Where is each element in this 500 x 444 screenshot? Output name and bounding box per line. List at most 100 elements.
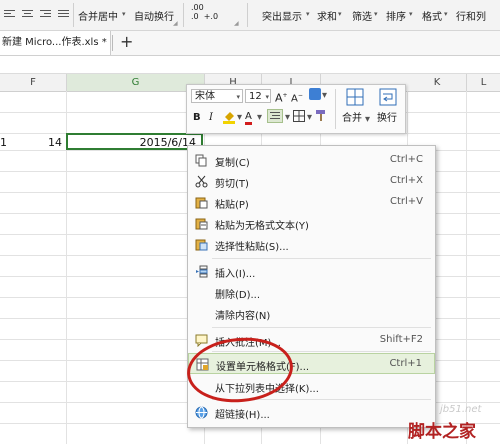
wrap-text-button[interactable]: 自动换行: [134, 8, 174, 23]
font-size-select[interactable]: 12 ▾: [245, 89, 271, 103]
scissors-icon: [195, 175, 208, 188]
menu-item-label: 插入(I)...: [215, 269, 256, 280]
highlight-button[interactable]: 突出显示: [262, 8, 302, 23]
selected-cell[interactable]: 2015/6/14: [66, 133, 203, 150]
format-button[interactable]: 格式: [422, 8, 442, 23]
menu-item-shortcut: Ctrl+X: [389, 175, 423, 186]
sort-button[interactable]: 排序: [386, 8, 406, 23]
menu-item-paste-plain[interactable]: 粘贴为无格式文本(Y): [188, 213, 435, 234]
grow-font-icon[interactable]: A+: [275, 89, 288, 106]
ribbon-toolbar: 合并居中 ▾ 自动换行 ◢ .00 .0 +.0 ◢ 突出显示 ▾ 求和 ▾ 筛…: [0, 0, 500, 31]
font-size-value: 12: [249, 91, 262, 102]
menu-item-label: 清除内容(N): [215, 311, 271, 322]
chevron-down-icon[interactable]: ▾: [307, 111, 312, 125]
menu-item-label: 选择性粘贴(S)...: [215, 242, 289, 253]
menu-item-label: 复制(C): [215, 158, 250, 169]
cell-partial-value[interactable]: 1: [0, 136, 7, 149]
fill-color-icon[interactable]: [223, 110, 235, 124]
grid-line: [466, 91, 467, 444]
wrap-icon[interactable]: [379, 88, 397, 106]
align-right-icon[interactable]: [40, 8, 51, 19]
menu-item-label: 粘贴为无格式文本(Y): [215, 221, 309, 232]
column-header-k[interactable]: K: [408, 74, 467, 91]
merge-dropdown-icon[interactable]: ▾: [122, 10, 126, 18]
chevron-down-icon[interactable]: ▾: [257, 111, 262, 125]
merge-center-button[interactable]: 合并居中: [78, 8, 118, 23]
filter-dropdown-icon[interactable]: ▾: [374, 10, 378, 18]
paste-text-icon: [195, 217, 208, 230]
menu-item-paste[interactable]: 粘贴(P) Ctrl+V: [188, 192, 435, 213]
merge-icon[interactable]: [346, 88, 364, 106]
document-tab[interactable]: 新建 Micro...作表.xls *: [0, 31, 111, 55]
sum-dropdown-icon[interactable]: ▾: [338, 10, 342, 18]
menu-item-label: 剪切(T): [215, 179, 249, 190]
new-tab-button[interactable]: +: [120, 33, 133, 51]
comment-icon: [195, 334, 208, 348]
sort-dropdown-icon[interactable]: ▾: [409, 10, 413, 18]
wrap-button[interactable]: 换行: [377, 112, 397, 126]
menu-item-shortcut: Ctrl+C: [389, 154, 423, 165]
menu-item-hyperlink[interactable]: 超链接(H)...: [188, 402, 435, 423]
tab-divider: [112, 35, 113, 51]
sum-button[interactable]: 求和: [317, 8, 337, 23]
cell-f-value[interactable]: 14: [48, 136, 62, 149]
mini-format-toolbar: 宋体 ▾ 12 ▾ A+ A− ▾ B I ▾ A ▾ ▾ ▾ 合并 ▾ 换行: [186, 84, 406, 134]
chevron-down-icon[interactable]: ▾: [285, 111, 290, 125]
format-painter-icon[interactable]: [315, 109, 328, 122]
filter-button[interactable]: 筛选: [352, 8, 372, 23]
justify-icon[interactable]: [58, 8, 69, 19]
menu-item-paste-special[interactable]: 选择性粘贴(S)...: [188, 234, 435, 255]
watermark-logo: 脚本之家: [408, 422, 476, 442]
align-center-icon[interactable]: [267, 109, 283, 123]
copy-icon: [195, 154, 208, 167]
dialog-launcher-icon[interactable]: ◢: [173, 20, 178, 27]
italic-button[interactable]: I: [209, 111, 213, 125]
chevron-down-icon[interactable]: ▾: [237, 111, 242, 125]
menu-item-shortcut: Shift+F2: [379, 334, 423, 345]
chevron-down-icon[interactable]: ▾: [365, 113, 370, 127]
shrink-font-icon[interactable]: A−: [291, 89, 303, 106]
font-name-value: 宋体: [195, 91, 215, 102]
watermark-site: jb51.net: [440, 404, 482, 415]
highlight-dropdown-icon[interactable]: ▾: [306, 10, 310, 18]
document-tab-bar: 新建 Micro...作表.xls * +: [0, 31, 500, 56]
menu-item-cut[interactable]: 剪切(T) Ctrl+X: [188, 171, 435, 192]
decimal-format-buttons[interactable]: .00 .0 +.0: [191, 3, 218, 21]
menu-item-insert[interactable]: 插入(I)...: [188, 261, 435, 282]
menu-item-label: 超链接(H)...: [215, 410, 270, 421]
menu-item-label: 删除(D)...: [215, 290, 261, 301]
ribbon-divider: [247, 3, 248, 27]
hyperlink-icon: [195, 406, 208, 419]
toolbar-divider: [335, 89, 336, 129]
menu-item-clear[interactable]: 清除内容(N): [188, 303, 435, 324]
menu-item-label: 粘贴(P): [215, 200, 249, 211]
chevron-down-icon[interactable]: ▾: [322, 89, 327, 103]
menu-separator: [212, 258, 431, 259]
chevron-down-icon: ▾: [236, 93, 240, 101]
row-col-button[interactable]: 行和列: [456, 8, 486, 23]
column-header-g[interactable]: G: [67, 74, 205, 91]
align-left-icon[interactable]: [4, 8, 15, 19]
dialog-launcher-icon[interactable]: ◢: [234, 20, 239, 27]
format-dropdown-icon[interactable]: ▾: [444, 10, 448, 18]
chevron-down-icon: ▾: [265, 93, 269, 101]
font-color-button[interactable]: A: [245, 111, 252, 125]
ribbon-divider: [183, 3, 184, 27]
merge-button[interactable]: 合并: [342, 112, 362, 126]
menu-item-copy[interactable]: 复制(C) Ctrl+C: [188, 150, 435, 171]
borders-icon[interactable]: [293, 110, 305, 122]
ribbon-divider: [73, 3, 74, 27]
menu-item-delete[interactable]: 删除(D)...: [188, 282, 435, 303]
paste-special-icon: [195, 238, 208, 251]
column-header-l[interactable]: L: [467, 74, 500, 91]
font-name-select[interactable]: 宋体 ▾: [191, 89, 243, 103]
paste-icon: [195, 196, 208, 209]
insert-icon: [195, 265, 208, 278]
bold-button[interactable]: B: [193, 111, 201, 125]
menu-item-shortcut: Ctrl+1: [389, 358, 422, 369]
menu-item-shortcut: Ctrl+V: [389, 196, 423, 207]
align-center-icon[interactable]: [22, 8, 33, 19]
menu-separator: [212, 327, 431, 328]
column-header-f[interactable]: F: [0, 74, 67, 91]
style-icon[interactable]: [309, 88, 321, 100]
